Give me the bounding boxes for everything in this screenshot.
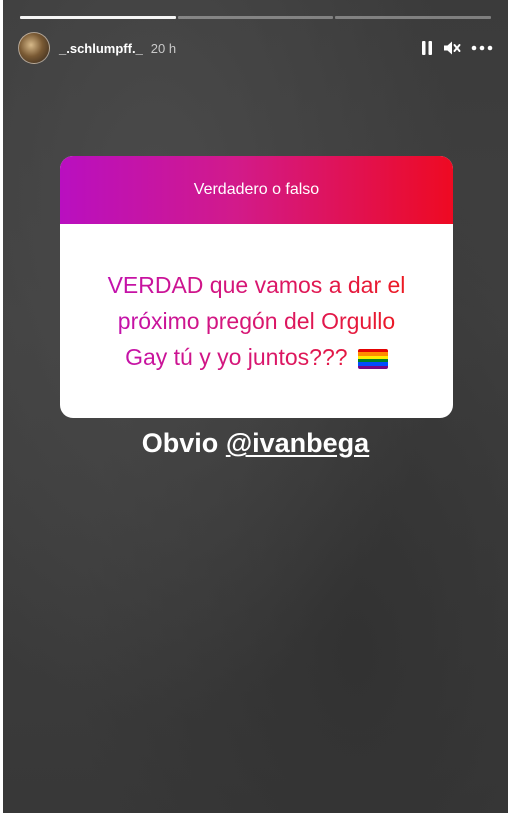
post-time: 20 h xyxy=(150,40,177,56)
question-sticker-body: VERDAD que vamos a dar el próximo pregón… xyxy=(60,224,453,418)
answer-text: Obvio @ivanbega xyxy=(3,428,508,459)
progress-segment xyxy=(335,16,492,19)
pause-icon[interactable] xyxy=(421,40,433,56)
answer-label: Obvio xyxy=(141,428,226,458)
mute-icon[interactable] xyxy=(443,40,461,56)
story-progress-bar xyxy=(20,16,492,19)
more-icon[interactable] xyxy=(471,45,493,51)
avatar[interactable] xyxy=(18,32,50,64)
question-sticker-title: Verdadero o falso xyxy=(60,156,453,224)
story-controls xyxy=(421,40,493,56)
progress-segment xyxy=(177,16,334,19)
user-mention[interactable]: @ivanbega xyxy=(226,428,369,458)
rainbow-flag-icon xyxy=(357,348,388,369)
story-viewer[interactable]: _.schlumpff._ 20 h Verdadero o falso VER… xyxy=(3,0,508,813)
username[interactable]: _.schlumpff._ xyxy=(59,41,143,56)
story-header: _.schlumpff._ 20 h xyxy=(18,30,493,66)
question-sticker: Verdadero o falso VERDAD que vamos a dar… xyxy=(60,156,453,418)
question-text: VERDAD que vamos a dar el próximo pregón… xyxy=(94,267,419,375)
progress-segment xyxy=(20,16,176,19)
